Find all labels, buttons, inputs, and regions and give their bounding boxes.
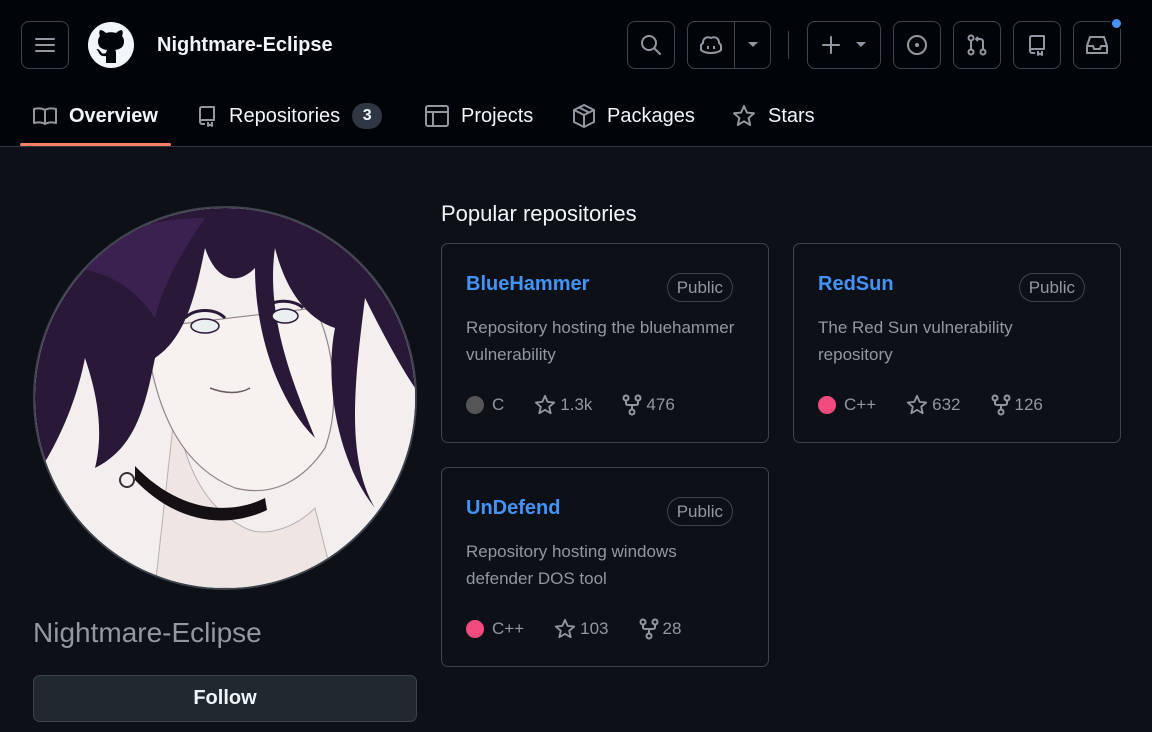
repo-language: C [466,395,504,415]
profile-tabs: Overview Repositories 3 Projects Package… [0,86,1152,146]
chevron-down-icon [856,42,866,47]
repo-name-link[interactable]: UnDefend [466,497,560,520]
visibility-badge: Public [666,497,733,526]
repo-name-link[interactable]: BlueHammer [466,273,589,296]
repo-name-link[interactable]: RedSun [818,273,894,296]
search-button[interactable] [627,21,675,69]
repositories-count: 3 [352,103,383,129]
chevron-down-icon [747,42,758,47]
inbox-icon [1086,36,1108,54]
tab-projects[interactable]: Projects [425,86,533,146]
plus-icon [822,36,840,54]
repo-card: RedSun Public The Red Sun vulnerability … [793,243,1121,443]
tab-repositories[interactable]: Repositories 3 [197,86,383,146]
owner-name[interactable]: Nightmare-Eclipse [157,34,333,57]
menu-icon [35,38,55,52]
repo-forks[interactable]: 28 [639,618,682,640]
issues-button[interactable] [893,21,941,69]
popular-repositories-title: Popular repositories [441,201,637,226]
github-logo[interactable] [87,21,135,69]
global-header: Nightmare-Eclipse Overview Repositories … [0,0,1152,147]
repo-card: UnDefend Public Repository hosting windo… [441,467,769,667]
stars-count: 103 [580,619,609,638]
star-icon [733,105,755,126]
tab-label: Stars [768,104,815,127]
star-icon [555,618,576,639]
language-label: C++ [492,619,525,638]
language-label: C++ [844,395,877,414]
star-icon [907,394,928,415]
pull-requests-button[interactable] [953,21,1001,69]
table-icon [425,105,449,127]
stars-count: 1.3k [560,395,593,414]
fork-icon [639,618,659,640]
forks-count: 476 [646,395,675,414]
tab-packages[interactable]: Packages [573,86,695,146]
tab-stars[interactable]: Stars [732,86,815,146]
language-color-dot [818,396,836,414]
language-color-dot [466,620,484,638]
repo-stars[interactable]: 103 [554,618,609,640]
repo-language: C++ [466,619,524,639]
repo-forks[interactable]: 126 [991,394,1043,416]
copilot-button[interactable] [687,21,771,69]
book-icon [33,107,57,125]
package-icon [573,104,595,128]
repo-description: The Red Sun vulnerability repository [818,318,1013,364]
repo-description: Repository hosting the bluehammer vulner… [466,318,735,364]
visibility-badge: Public [666,273,733,302]
forks-count: 126 [1014,395,1043,414]
avatar[interactable] [33,206,417,590]
pull-request-icon [967,34,987,56]
copilot-main[interactable] [688,34,734,56]
repo-language: C++ [818,395,876,415]
menu-button[interactable] [21,21,69,69]
tab-overview[interactable]: Overview [33,86,158,146]
repo-meta: C 1.3k 476 [466,392,675,418]
visibility-badge: Public [1018,273,1085,302]
notification-indicator [1110,17,1123,30]
avatar-illustration [35,208,415,588]
forks-count: 28 [662,619,682,638]
repo-meta: C++ 103 28 [466,616,681,642]
active-tab-indicator [20,143,171,146]
repo-description: Repository hosting windows defender DOS … [466,542,677,588]
language-color-dot [466,396,484,414]
repo-card: BlueHammer Public Repository hosting the… [441,243,769,443]
repo-forks[interactable]: 476 [622,394,675,416]
profile-username: Nightmare-Eclipse [33,617,262,648]
fork-icon [622,394,642,416]
search-icon [641,35,661,55]
repo-stars[interactable]: 632 [906,394,961,416]
tab-label: Repositories [229,104,341,127]
follow-button[interactable]: Follow [33,675,417,722]
stars-count: 632 [932,395,961,414]
repo-meta: C++ 632 126 [818,392,1043,418]
repo-icon [199,106,215,127]
your-repositories-button[interactable] [1013,21,1061,69]
language-label: C [492,395,505,414]
tab-label: Overview [69,104,158,127]
tab-label: Packages [607,104,695,127]
copilot-icon [700,36,722,54]
repo-icon [1029,35,1045,56]
issue-icon [907,35,927,55]
star-icon [535,394,556,415]
copilot-dropdown[interactable] [735,41,770,49]
header-divider [788,31,789,59]
create-new-button[interactable] [807,21,881,69]
repo-stars[interactable]: 1.3k [534,394,592,416]
fork-icon [991,394,1011,416]
tab-label: Projects [461,104,534,127]
